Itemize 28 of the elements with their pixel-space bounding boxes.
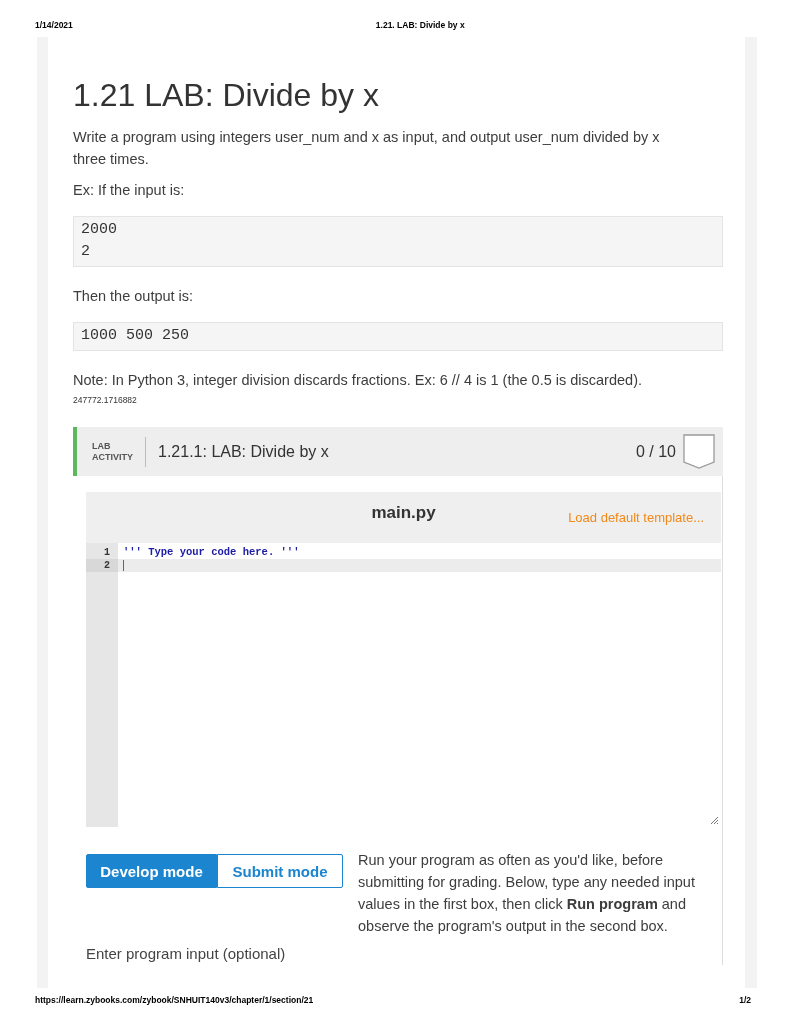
code-text: ''' Type your code here. ''' <box>123 546 300 559</box>
line-number: 2 <box>86 559 118 572</box>
mode-button[interactable]: Submit mode <box>217 854 343 888</box>
paragraph: Ex: If the input is: <box>73 181 186 200</box>
input-label: Enter program input (optional) <box>86 944 287 964</box>
load-template-link[interactable]: Load default template... <box>568 510 704 525</box>
pentagon-icon <box>683 434 715 469</box>
resize-handle-icon[interactable] <box>710 816 718 824</box>
help-text: Run your program as often as you'd like, before submitting for grading. Below, type any needed input values in the first box, then click Run program and observe the program's output in the second box. <box>358 851 696 936</box>
file-name: main.py <box>371 502 436 523</box>
paragraph: Note: In Python 3, integer division discards fractions. Ex: 6 // 4 is 1 (the 0.5 is discarded). <box>73 371 643 390</box>
page-number: 1/2 <box>739 994 751 1006</box>
print-date: 1/14/2021 <box>35 19 73 31</box>
lab-title: 1.21.1: LAB: Divide by x <box>158 442 330 461</box>
code-editor[interactable]: ''' Type your code here. ''' <box>118 543 721 827</box>
paragraph: Write a program using integers user_num and x as input, and output user_num divided by x three times. <box>73 128 661 169</box>
score-text: 0 / 10 <box>635 442 676 461</box>
page-title: 1.21 LAB: Divide by x <box>73 76 380 115</box>
paragraph: Then the output is: <box>73 287 195 306</box>
reference-number: 247772.1716882 <box>73 394 138 406</box>
lab-activity-label: LAB ACTIVITY <box>92 440 133 463</box>
code-example: 1000 500 250 <box>73 322 723 351</box>
page-url: https://learn.zybooks.com/zybook/SNHUIT140v3/chapter/1/section/21 <box>35 994 314 1006</box>
print-title: 1.21. LAB: Divide by x <box>375 19 465 31</box>
mode-button[interactable]: Develop mode <box>86 854 217 888</box>
code-example: 2000 2 <box>73 216 723 267</box>
text-cursor <box>123 560 124 571</box>
line-number: 1 <box>103 546 111 559</box>
